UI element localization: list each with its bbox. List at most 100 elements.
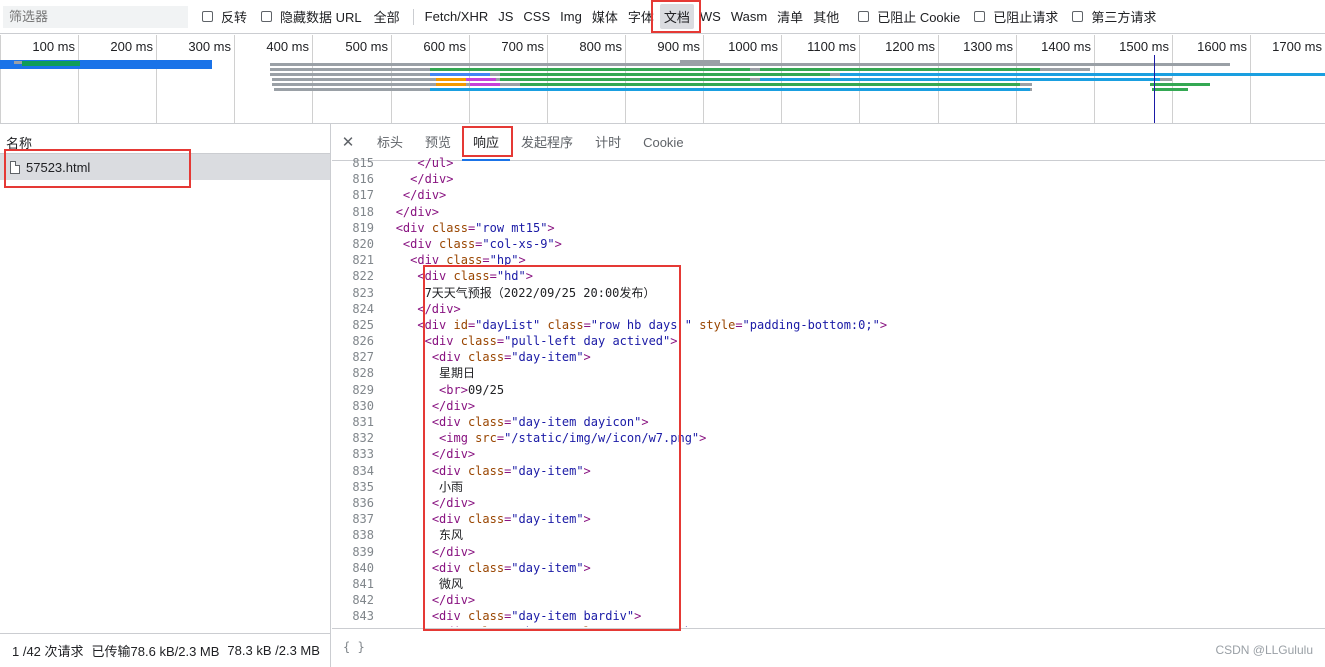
tick-label: 100 ms xyxy=(32,39,75,54)
tick-label: 1400 ms xyxy=(1041,39,1091,54)
timeline-tick xyxy=(0,35,1,123)
code-token: = xyxy=(735,317,743,332)
code-token: > xyxy=(699,431,707,446)
close-icon[interactable]: ✕ xyxy=(340,133,356,151)
type-filter-all[interactable]: 全部 xyxy=(370,4,404,29)
code-token: </ul> xyxy=(417,156,454,170)
code-token: </div> xyxy=(410,172,454,187)
line-number: 819 xyxy=(352,220,374,235)
waterfall-bar xyxy=(840,73,1325,76)
line-number: 828 xyxy=(352,366,374,381)
line-number: 827 xyxy=(352,350,374,365)
third-party-checkbox[interactable]: 第三方请求 xyxy=(1072,7,1156,26)
tick-label: 800 ms xyxy=(579,39,622,54)
waterfall-bar xyxy=(430,68,750,71)
waterfall-bar xyxy=(270,63,1230,66)
waterfall-bar xyxy=(22,61,80,66)
tick-label: 1100 ms xyxy=(807,39,856,54)
tick-label: 900 ms xyxy=(657,39,700,54)
code-line: 817 </div> xyxy=(332,187,1325,203)
hide-data-url-checkbox[interactable]: 隐藏数据 URL xyxy=(261,7,362,26)
line-number: 839 xyxy=(352,544,374,559)
line-number: 818 xyxy=(352,204,374,219)
type-filter-manifest[interactable]: 清单 xyxy=(773,4,807,29)
watermark-credit: CSDN @LLGululu xyxy=(1215,643,1313,657)
filter-input[interactable] xyxy=(3,5,188,28)
code-text: <div class="col-xs-9"> xyxy=(374,236,562,252)
pretty-print-button[interactable]: { } xyxy=(343,640,365,654)
request-count: 1 /42 次请求 xyxy=(12,644,84,659)
request-list: 名称 57523.html xyxy=(0,124,331,633)
line-number: 838 xyxy=(352,528,374,543)
code-line: 820 <div class="col-xs-9"> xyxy=(332,236,1325,252)
checkbox-label: 隐藏数据 URL xyxy=(280,10,362,25)
checkbox-box[interactable] xyxy=(974,11,986,22)
waterfall-bar xyxy=(760,78,1160,81)
tick-label: 1700 ms xyxy=(1272,39,1322,54)
checkbox-label: 已阻止 Cookie xyxy=(877,10,961,25)
timeline-overview[interactable]: 100 ms 200 ms 300 ms 400 ms 500 ms 600 m… xyxy=(0,35,1325,124)
line-number: 844 xyxy=(332,624,374,627)
waterfall-bar xyxy=(1152,88,1188,91)
waterfall-bar xyxy=(466,78,496,81)
code-text: </div> xyxy=(374,204,439,220)
code-token: style xyxy=(699,317,736,332)
type-filter-other[interactable]: 其他 xyxy=(809,4,843,29)
code-token: > xyxy=(554,236,562,251)
line-number: 826 xyxy=(352,334,374,349)
waterfall-bar xyxy=(14,61,22,64)
line-number: 829 xyxy=(352,382,374,397)
resources-size: 78.3 kB /2.3 MB xyxy=(227,643,320,658)
type-filter-img[interactable]: Img xyxy=(556,6,586,27)
highlight-code-region xyxy=(423,265,681,631)
code-line: 815 </ul> xyxy=(332,155,1325,171)
invert-checkbox[interactable]: 反转 xyxy=(202,7,247,26)
line-number: 840 xyxy=(352,560,374,575)
line-number: 817 xyxy=(352,188,374,203)
code-token: > xyxy=(771,625,778,627)
blocked-cookies-checkbox[interactable]: 已阻止 Cookie xyxy=(858,7,960,26)
highlight-request-row xyxy=(4,149,191,188)
blocked-requests-checkbox[interactable]: 已阻止请求 xyxy=(974,7,1058,26)
timeline-tick: 100 ms xyxy=(32,35,79,123)
line-number: 824 xyxy=(352,301,374,316)
code-text: </ul> xyxy=(374,155,453,171)
line-number: 822 xyxy=(352,269,374,284)
waterfall-bar xyxy=(470,83,500,86)
timeline-tick: 1500 ms xyxy=(1119,35,1173,123)
tick-label: 300 ms xyxy=(188,39,231,54)
summary-status-bar: 1 /42 次请求 已传输78.6 kB/2.3 MB 78.3 kB /2.3… xyxy=(0,633,331,667)
line-number: 816 xyxy=(352,172,374,187)
waterfall-bar xyxy=(520,83,1020,86)
waterfall-bar xyxy=(680,60,720,63)
type-filter-css[interactable]: CSS xyxy=(519,6,554,27)
timeline-tick: 1600 ms xyxy=(1197,35,1251,123)
line-number: 821 xyxy=(352,253,374,268)
type-filter-wasm[interactable]: Wasm xyxy=(727,6,771,27)
line-number: 815 xyxy=(352,156,374,170)
checkbox-box[interactable] xyxy=(1072,11,1084,22)
code-token: "col-xs-9" xyxy=(482,236,555,251)
waterfall-bar xyxy=(760,68,1040,71)
code-token: class xyxy=(439,236,476,251)
type-filter-js[interactable]: JS xyxy=(494,6,517,27)
tick-label: 400 ms xyxy=(266,39,309,54)
code-token: "padding-bottom:0;" xyxy=(742,317,880,332)
checkbox-label: 反转 xyxy=(221,10,248,25)
line-number: 833 xyxy=(352,447,374,462)
type-filter-fetch-xhr[interactable]: Fetch/XHR xyxy=(421,6,493,27)
code-token: <div xyxy=(402,236,440,251)
checkbox-box[interactable] xyxy=(202,11,213,22)
checkbox-box[interactable] xyxy=(858,11,870,22)
type-filter-media[interactable]: 媒体 xyxy=(588,4,622,29)
line-number: 834 xyxy=(352,463,374,478)
checkbox-box[interactable] xyxy=(261,11,273,22)
code-token: > xyxy=(547,220,555,235)
